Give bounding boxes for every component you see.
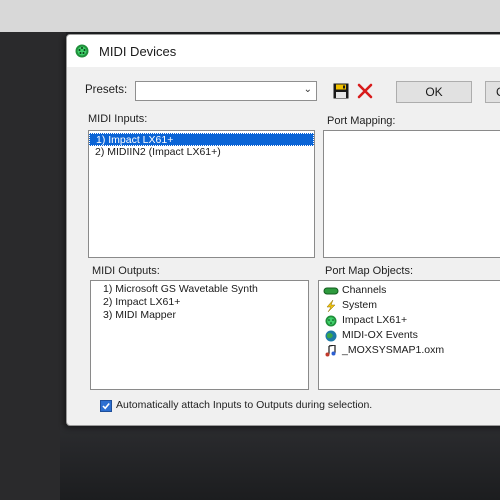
window-title: MIDI Devices <box>99 44 177 59</box>
port-mapping-list[interactable] <box>323 130 500 258</box>
object-label-impact: Impact LX61+ <box>342 314 408 326</box>
midi-inputs-list[interactable]: 1) Impact LX61+ 2) MIDIIN2 (Impact LX61+… <box>88 130 315 258</box>
background-top <box>0 0 500 32</box>
midi-port-icon <box>75 44 89 58</box>
presets-combobox[interactable]: ⌄ <box>135 81 317 101</box>
music-note-icon <box>325 344 336 356</box>
list-item-system[interactable]: System <box>319 298 500 313</box>
list-item-channels[interactable]: Channels <box>319 283 500 298</box>
list-item-impact[interactable]: Impact LX61+ <box>319 313 500 328</box>
channels-icon <box>323 287 339 294</box>
list-item-output-1[interactable]: 1) Microsoft GS Wavetable Synth <box>97 283 308 296</box>
midi-port-icon <box>325 315 337 326</box>
list-item-output-2[interactable]: 2) Impact LX61+ <box>97 296 308 309</box>
object-label-sysmap: _MOXSYSMAP1.oxm <box>342 344 445 356</box>
list-item-midiox-events[interactable]: MIDI-OX Events <box>319 328 500 343</box>
object-label-channels: Channels <box>342 284 387 296</box>
list-item-input-2[interactable]: 2) MIDIIN2 (Impact LX61+) <box>89 146 314 159</box>
background-left <box>0 32 66 500</box>
midi-inputs-label: MIDI Inputs: <box>88 113 148 125</box>
presets-label: Presets: <box>85 84 128 96</box>
port-mapping-label: Port Mapping: <box>327 115 396 127</box>
globe-icon <box>325 330 337 341</box>
list-item-output-3[interactable]: 3) MIDI Mapper <box>97 309 308 322</box>
chevron-down-icon[interactable]: ⌄ <box>304 84 312 95</box>
checkmark-icon <box>102 402 110 410</box>
auto-attach-label[interactable]: Automatically attach Inputs to Outputs d… <box>116 399 372 411</box>
midi-outputs-list[interactable]: 1) Microsoft GS Wavetable Synth 2) Impac… <box>90 280 309 390</box>
title-bar[interactable]: MIDI Devices <box>67 35 500 67</box>
ok-button[interactable]: OK <box>396 81 472 103</box>
object-label-system: System <box>342 299 378 311</box>
port-map-objects-list[interactable]: Channels System Impact LX61+ MIDI-OX Eve… <box>318 280 500 390</box>
cancel-button[interactable]: C <box>485 81 500 103</box>
port-map-objects-label: Port Map Objects: <box>325 265 414 277</box>
red-x-icon[interactable] <box>357 83 373 99</box>
list-item-sysmap[interactable]: _MOXSYSMAP1.oxm <box>319 343 500 358</box>
floppy-disk-icon[interactable] <box>333 83 349 99</box>
list-item-input-1[interactable]: 1) Impact LX61+ <box>89 133 314 146</box>
auto-attach-checkbox[interactable] <box>100 400 112 412</box>
lightning-icon <box>326 299 336 312</box>
midi-outputs-label: MIDI Outputs: <box>92 265 160 277</box>
background-bottom <box>60 425 500 500</box>
midi-devices-dialog: MIDI Devices Presets: ⌄ OK C MIDI Inputs… <box>66 34 500 426</box>
object-label-midiox-events: MIDI-OX Events <box>342 329 418 341</box>
